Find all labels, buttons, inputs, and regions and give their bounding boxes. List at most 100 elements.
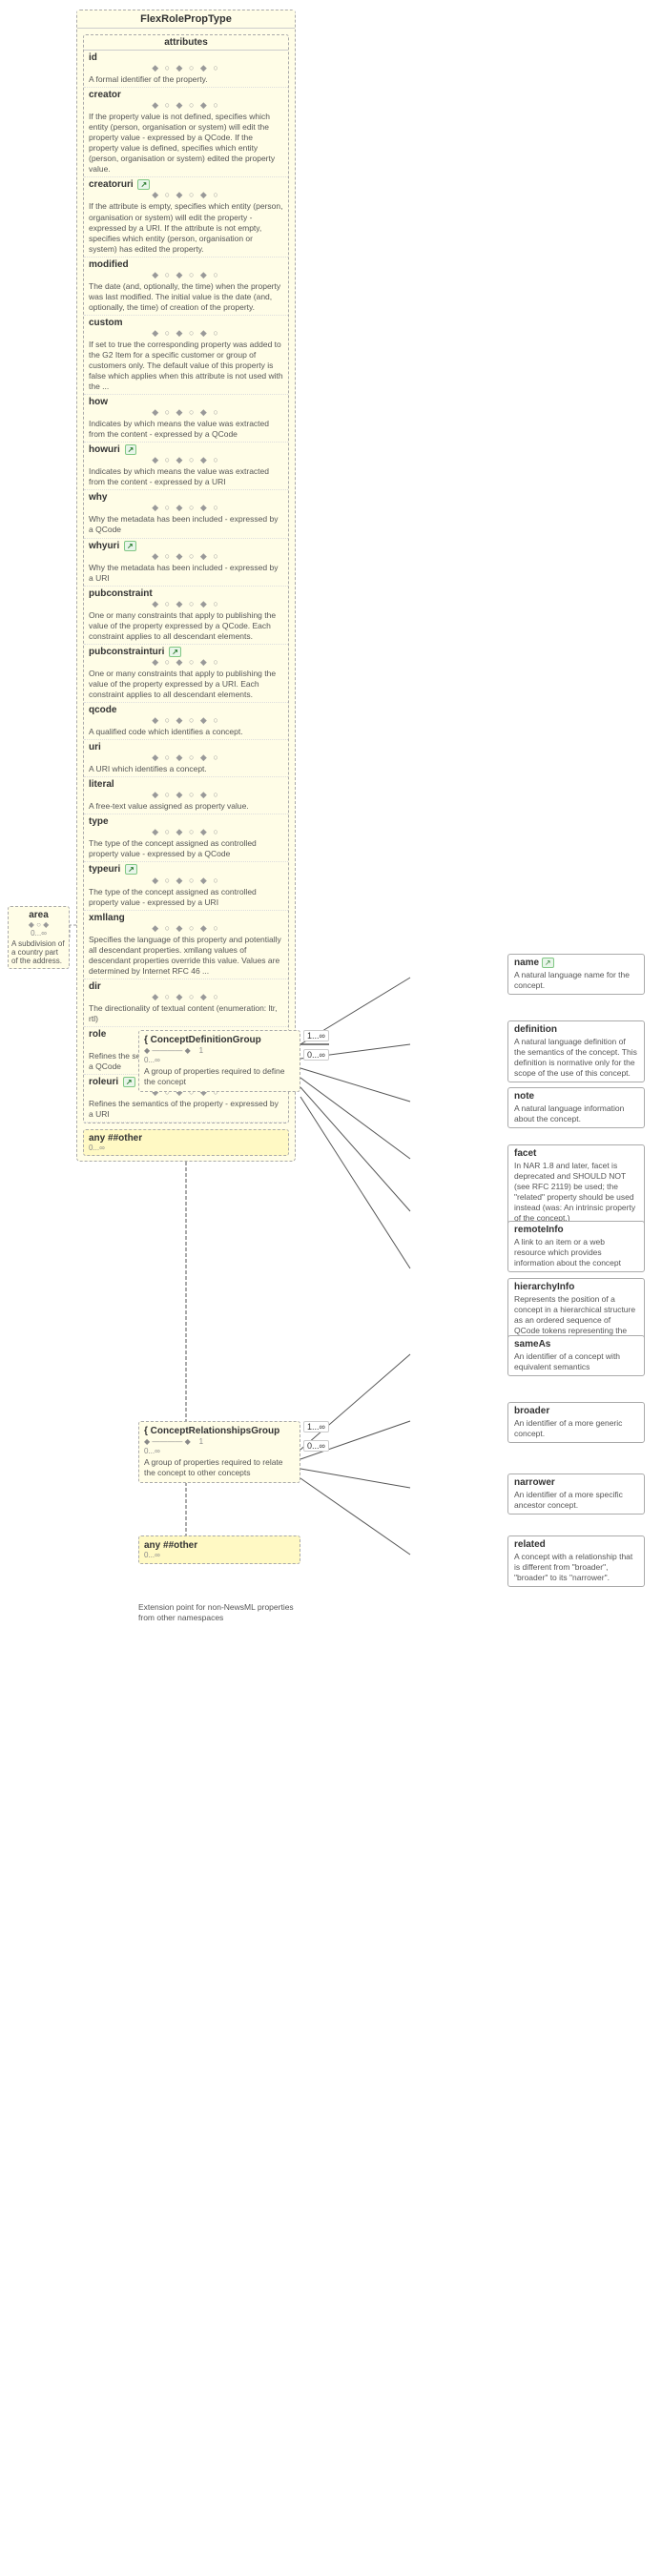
right-box-name-title: name xyxy=(514,958,539,968)
attr-type-name: type xyxy=(89,816,283,827)
right-box-note-title: note xyxy=(514,1091,534,1102)
any-other-constraint: 0...∞ xyxy=(89,1144,283,1152)
crel-mult-right-label: 0...∞ xyxy=(307,1441,325,1451)
cdef-desc: A group of properties required to define… xyxy=(144,1066,295,1087)
right-box-facet-desc: In NAR 1.8 and later, facet is deprecate… xyxy=(514,1161,638,1224)
attr-creator: creator ◆ ○ ◆ ○ ◆ ○ If the property valu… xyxy=(84,88,288,177)
attr-id-dots: ◆ ○ ◆ ○ ◆ ○ xyxy=(89,63,283,73)
area-box-dots: ◆ ○ ◆ xyxy=(11,920,66,929)
right-box-related: related A concept with a relationship th… xyxy=(507,1535,645,1587)
attr-pubconstraint: pubconstraint ◆ ○ ◆ ○ ◆ ○ One or many co… xyxy=(84,587,288,645)
attr-modified-dots: ◆ ○ ◆ ○ ◆ ○ xyxy=(89,270,283,280)
attr-how-dots: ◆ ○ ◆ ○ ◆ ○ xyxy=(89,407,283,418)
attr-pubconstrainturi-uri-badge: ↗ xyxy=(169,647,181,657)
attr-creator-dots: ◆ ○ ◆ ○ ◆ ○ xyxy=(89,100,283,111)
attributes-box: attributes id ◆ ○ ◆ ○ ◆ ○ A formal ident… xyxy=(83,34,289,1123)
attr-howuri-desc: Indicates by which means the value was e… xyxy=(89,466,283,487)
attr-xmllang: xmllang ◆ ○ ◆ ○ ◆ ○ Specifies the langua… xyxy=(84,911,288,979)
attr-creatoruri: creatoruri ↗ ◆ ○ ◆ ○ ◆ ○ If the attribut… xyxy=(84,177,288,257)
attr-roleuri-uri-badge: ↗ xyxy=(123,1077,135,1087)
right-box-sameas: sameAs An identifier of a concept with e… xyxy=(507,1335,645,1376)
attr-dir-desc: The directionality of textual content (e… xyxy=(89,1003,283,1024)
attr-custom: custom ◆ ○ ◆ ○ ◆ ○ If set to true the co… xyxy=(84,316,288,395)
right-box-hierarchyinfo-title: hierarchyInfo xyxy=(514,1282,574,1292)
right-box-sameas-desc: An identifier of a concept with equivale… xyxy=(514,1351,638,1372)
right-box-facet-title: facet xyxy=(514,1148,536,1159)
attr-pubconstraint-dots: ◆ ○ ◆ ○ ◆ ○ xyxy=(89,599,283,609)
cdef-title: { ConceptDefinitionGroup xyxy=(144,1035,295,1045)
attr-pubconstraint-name: pubconstraint xyxy=(89,588,283,599)
attr-howuri-dots: ◆ ○ ◆ ○ ◆ ○ xyxy=(89,455,283,465)
right-box-facet: facet In NAR 1.8 and later, facet is dep… xyxy=(507,1144,645,1227)
attr-xmllang-desc: Specifies the language of this property … xyxy=(89,935,283,977)
attr-uri-name: uri xyxy=(89,742,283,752)
attr-literal-dots: ◆ ○ ◆ ○ ◆ ○ xyxy=(89,790,283,800)
attr-creator-name: creator xyxy=(89,90,283,100)
cdef-mult-left-label: 1...∞ xyxy=(307,1031,325,1041)
right-box-name-desc: A natural language name for the concept. xyxy=(514,970,638,991)
attr-type-dots: ◆ ○ ◆ ○ ◆ ○ xyxy=(89,827,283,837)
area-box-title: area xyxy=(11,910,66,920)
attr-creator-desc: If the property value is not defined, sp… xyxy=(89,112,283,175)
crel-mult-right: 0...∞ xyxy=(303,1440,329,1452)
right-box-name-uri-badge: ↗ xyxy=(542,958,554,968)
attr-qcode-dots: ◆ ○ ◆ ○ ◆ ○ xyxy=(89,715,283,726)
attr-custom-desc: If set to true the corresponding propert… xyxy=(89,340,283,392)
attr-typeuri-dots: ◆ ○ ◆ ○ ◆ ○ xyxy=(89,876,283,886)
attr-whyuri-dots: ◆ ○ ◆ ○ ◆ ○ xyxy=(89,551,283,562)
any-other-bottom-box: any ##other 0...∞ xyxy=(138,1535,300,1564)
concept-definition-group-box: { ConceptDefinitionGroup ◆ ———— ◆ 1 0...… xyxy=(138,1030,300,1092)
crel-mult-left-label: 1...∞ xyxy=(307,1422,325,1432)
crel-title: { ConceptRelationshipsGroup xyxy=(144,1426,295,1436)
right-box-related-desc: A concept with a relationship that is di… xyxy=(514,1552,638,1583)
attr-how: how ◆ ○ ◆ ○ ◆ ○ Indicates by which means… xyxy=(84,395,288,443)
attr-literal-name: literal xyxy=(89,779,283,790)
attr-literal: literal ◆ ○ ◆ ○ ◆ ○ A free-text value as… xyxy=(84,777,288,814)
area-box-desc: A subdivision of a country part of the a… xyxy=(11,939,66,965)
attr-qcode-desc: A qualified code which identifies a conc… xyxy=(89,727,283,737)
attr-uri-desc: A URI which identifies a concept. xyxy=(89,764,283,774)
crel-mult-left: 1...∞ xyxy=(303,1421,329,1432)
right-box-sameas-title: sameAs xyxy=(514,1339,550,1350)
any-other-box: any ##other 0...∞ xyxy=(83,1129,289,1156)
attr-whyuri-uri-badge: ↗ xyxy=(124,541,136,551)
attr-dir-name: dir xyxy=(89,981,283,992)
right-box-narrower-desc: An identifier of a more specific ancesto… xyxy=(514,1490,638,1511)
attr-literal-desc: A free-text value assigned as property v… xyxy=(89,801,283,812)
attr-pubconstrainturi: pubconstrainturi ↗ ◆ ○ ◆ ○ ◆ ○ One or ma… xyxy=(84,645,288,703)
right-box-broader: broader An identifier of a more generic … xyxy=(507,1402,645,1443)
attributes-title: attributes xyxy=(84,35,288,51)
right-box-narrower: narrower An identifier of a more specifi… xyxy=(507,1473,645,1515)
attr-creatoruri-dots: ◆ ○ ◆ ○ ◆ ○ xyxy=(89,190,283,200)
ext-note: Extension point for non-NewsML propertie… xyxy=(138,1602,300,1623)
attr-why-name: why xyxy=(89,492,283,503)
attr-custom-dots: ◆ ○ ◆ ○ ◆ ○ xyxy=(89,328,283,339)
right-box-broader-desc: An identifier of a more generic concept. xyxy=(514,1418,638,1439)
right-box-definition: definition A natural language definition… xyxy=(507,1020,645,1082)
any-other-bottom-label: any ##other xyxy=(144,1540,197,1551)
attr-uri-dots: ◆ ○ ◆ ○ ◆ ○ xyxy=(89,752,283,763)
right-box-remoteinfo-desc: A link to an item or a web resource whic… xyxy=(514,1237,638,1268)
attr-dir-dots: ◆ ○ ◆ ○ ◆ ○ xyxy=(89,992,283,1002)
attr-pubconstrainturi-desc: One or many constraints that apply to pu… xyxy=(89,669,283,700)
attr-howuri-uri-badge: ↗ xyxy=(125,444,137,455)
concept-relationships-group-box: { ConceptRelationshipsGroup ◆ ———— ◆ 1 0… xyxy=(138,1421,300,1483)
attr-creatoruri-uri-badge: ↗ xyxy=(137,179,150,190)
attr-id: id ◆ ○ ◆ ○ ◆ ○ A formal identifier of th… xyxy=(84,51,288,88)
attr-modified-name: modified xyxy=(89,259,283,270)
attr-how-desc: Indicates by which means the value was e… xyxy=(89,419,283,440)
attr-howuri: howuri ↗ ◆ ○ ◆ ○ ◆ ○ Indicates by which … xyxy=(84,443,288,490)
attr-why: why ◆ ○ ◆ ○ ◆ ○ Why the metadata has bee… xyxy=(84,490,288,538)
right-box-note-desc: A natural language information about the… xyxy=(514,1103,638,1124)
diagram-container: FlexRolePropType attributes id ◆ ○ ◆ ○ ◆… xyxy=(0,0,662,2576)
right-box-broader-title: broader xyxy=(514,1406,549,1416)
crel-desc: A group of properties required to relate… xyxy=(144,1457,295,1478)
cdef-mult-right-label: 0...∞ xyxy=(307,1050,325,1060)
attr-type: type ◆ ○ ◆ ○ ◆ ○ The type of the concept… xyxy=(84,814,288,862)
right-box-name: name ↗ A natural language name for the c… xyxy=(507,954,645,995)
cdef-mult-right: 0...∞ xyxy=(303,1049,329,1061)
attr-typeuri-desc: The type of the concept assigned as cont… xyxy=(89,887,283,908)
main-box: FlexRolePropType attributes id ◆ ○ ◆ ○ ◆… xyxy=(76,10,296,1162)
attr-xmllang-name: xmllang xyxy=(89,913,283,923)
right-box-remoteinfo: remoteInfo A link to an item or a web re… xyxy=(507,1221,645,1272)
